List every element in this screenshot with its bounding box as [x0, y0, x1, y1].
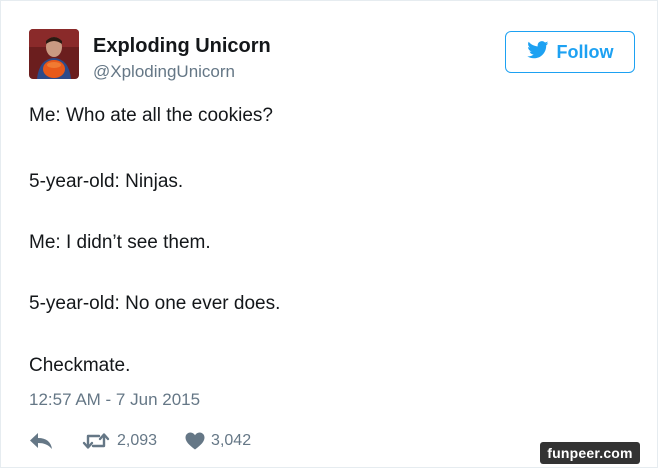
tweet-line: Me: Who ate all the cookies? [29, 105, 273, 126]
tweet-timestamp[interactable]: 12:57 AM - 7 Jun 2015 [29, 390, 200, 410]
follow-label: Follow [556, 41, 614, 62]
retweet-button[interactable]: 2,093 [81, 431, 157, 451]
follow-button[interactable]: Follow [505, 31, 635, 73]
tweet-line: Checkmate. [29, 355, 131, 376]
tweet-line: Me: I didn’t see them. [29, 232, 211, 253]
author-display-name[interactable]: Exploding Unicorn [93, 35, 271, 58]
retweet-count: 2,093 [117, 432, 158, 449]
like-button[interactable]: 3,042 [185, 432, 251, 450]
tweet-actions: 2,093 3,042 [29, 429, 251, 453]
retweet-icon [81, 431, 111, 451]
reply-icon [29, 432, 53, 450]
twitter-bird-icon [526, 40, 549, 64]
tweet-line: 5-year-old: No one ever does. [29, 293, 281, 314]
watermark: funpeer.com [540, 442, 640, 464]
heart-icon [185, 432, 205, 450]
reply-button[interactable] [29, 432, 53, 450]
tweet-line: 5-year-old: Ninjas. [29, 171, 184, 192]
like-count: 3,042 [211, 432, 252, 449]
avatar[interactable] [29, 29, 79, 79]
tweet-card: Exploding Unicorn @XplodingUnicorn Follo… [0, 0, 658, 468]
author-handle[interactable]: @XplodingUnicorn [93, 62, 235, 82]
